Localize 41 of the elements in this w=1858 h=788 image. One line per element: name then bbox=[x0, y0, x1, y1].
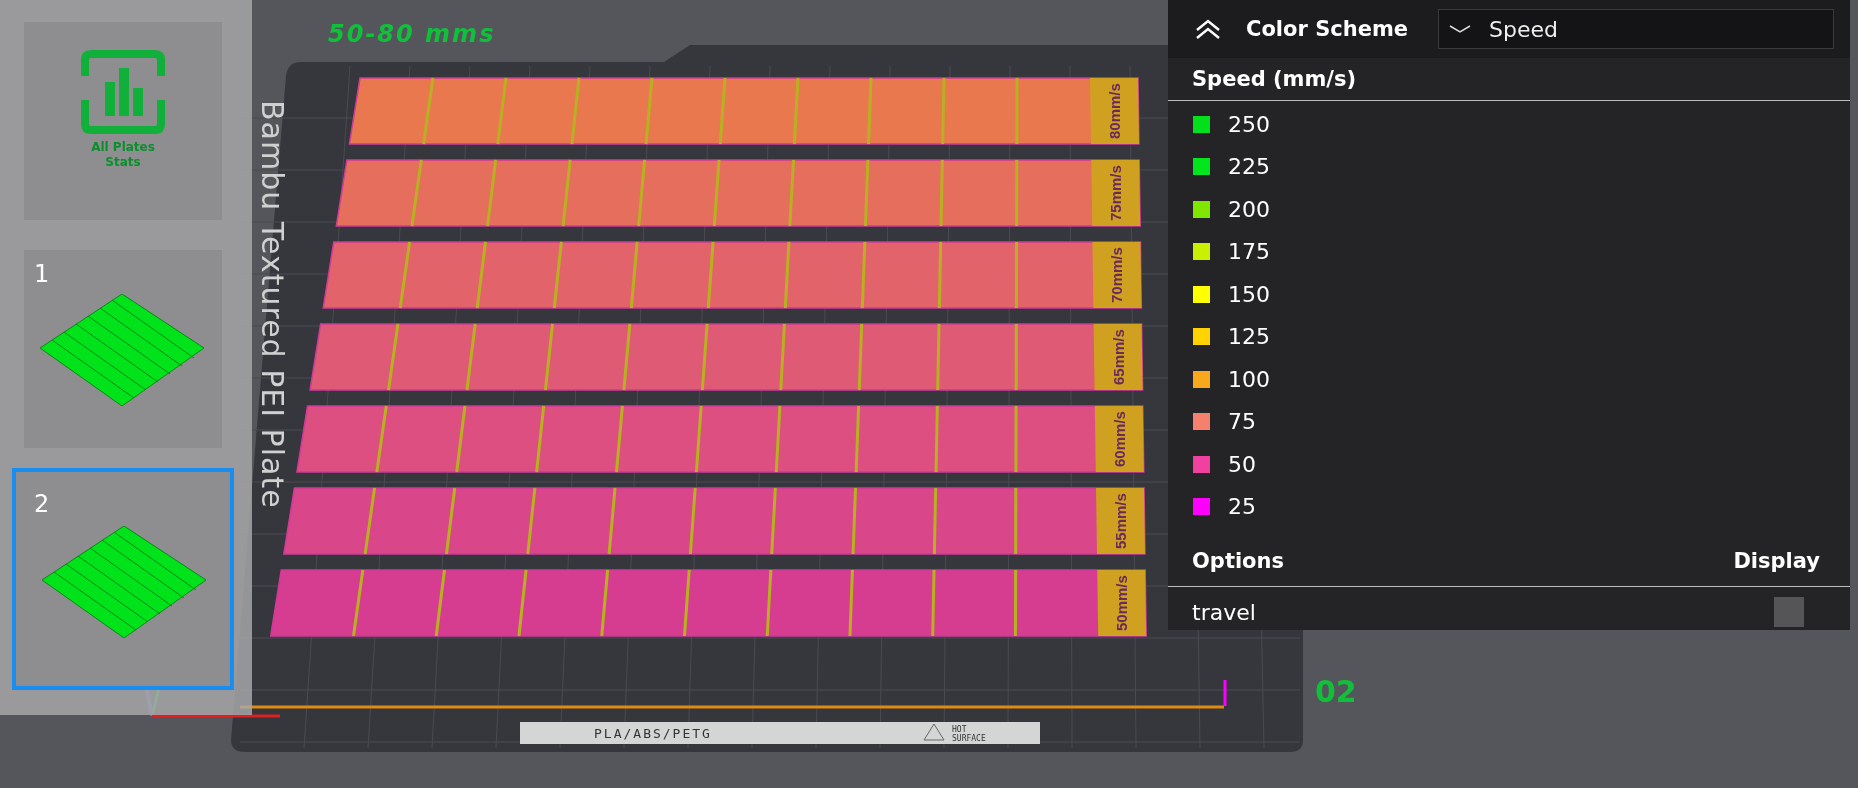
plate-preview-icon bbox=[42, 526, 206, 638]
legend-value: 200 bbox=[1228, 196, 1270, 222]
legend-value: 100 bbox=[1228, 366, 1270, 392]
speed-label: 65mm/s bbox=[1109, 329, 1127, 385]
collapse-icon[interactable] bbox=[1194, 18, 1222, 40]
plate-number: 02 bbox=[1315, 674, 1357, 709]
display-header: Display bbox=[1733, 549, 1820, 573]
display-checkbox[interactable] bbox=[1774, 597, 1804, 627]
plate-thumbnail[interactable]: 2 bbox=[12, 468, 234, 690]
speed-label: 80mm/s bbox=[1106, 83, 1123, 139]
legend-value: 225 bbox=[1228, 154, 1270, 180]
warning-label: SURFACE bbox=[952, 734, 986, 743]
scene-title: 50-80 mms bbox=[328, 20, 496, 48]
plate-index: 2 bbox=[34, 490, 50, 518]
legend-value: 250 bbox=[1228, 111, 1270, 137]
legend-value: 75 bbox=[1228, 409, 1256, 435]
plate-thumbnail[interactable]: 1 bbox=[24, 250, 222, 448]
bed-material-label: PLA/ABS/PETG bbox=[594, 726, 712, 741]
speed-label: 50mm/s bbox=[1113, 575, 1131, 631]
legend-value: 50 bbox=[1228, 451, 1256, 477]
panel-title: Color Scheme bbox=[1246, 17, 1409, 41]
stats-label: All Plates Stats bbox=[90, 140, 156, 170]
plate-index: 1 bbox=[34, 260, 50, 288]
speed-label: 75mm/s bbox=[1107, 165, 1125, 221]
legend-value: 175 bbox=[1228, 239, 1270, 265]
plate-preview-icon bbox=[40, 294, 204, 406]
plate-name: Bambu Textured PEI Plate bbox=[255, 100, 290, 509]
speed-label: 70mm/s bbox=[1108, 247, 1126, 303]
chevron-down-icon bbox=[1449, 24, 1472, 34]
legend-value: 150 bbox=[1228, 281, 1270, 307]
legend-value: 25 bbox=[1228, 494, 1256, 520]
color-scheme-dropdown[interactable]: Speed bbox=[1438, 9, 1835, 49]
warning-label: HOT bbox=[952, 725, 967, 734]
tool-marker bbox=[1223, 680, 1227, 706]
speed-label: 55mm/s bbox=[1112, 493, 1129, 549]
legend-title: Speed (mm/s) bbox=[1192, 67, 1357, 91]
legend-value: 125 bbox=[1228, 324, 1270, 350]
speed-label: 60mm/s bbox=[1110, 411, 1128, 467]
hot-surface-icon bbox=[923, 723, 945, 741]
options-header: Options bbox=[1192, 549, 1284, 573]
option-label: travel bbox=[1192, 599, 1256, 625]
